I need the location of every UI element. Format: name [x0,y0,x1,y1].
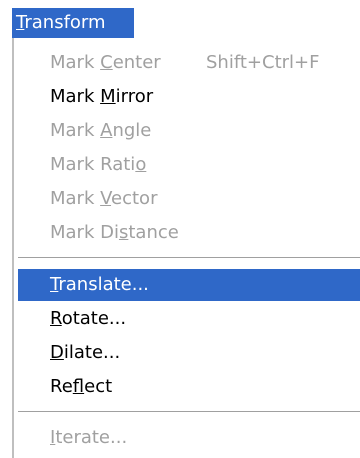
menu-item-label-post: ngle [112,120,152,141]
menu-item-mark-center[interactable]: Mark Center Shift+Ctrl+F [18,47,360,79]
menu-item-mnemonic: s [118,222,129,243]
menu-item-label-pre: Mark [50,86,101,107]
menu-item-label-post: tance [128,222,179,243]
menu-item-mnemonic: M [100,86,116,107]
menu-item-mark-mirror[interactable]: Mark Mirror [18,81,360,113]
menu-item-label-pre: Mark [50,52,101,73]
menu-item-translate[interactable]: Translate... [18,269,360,301]
menu-item-iterate[interactable]: Iterate... [18,422,360,454]
menu-item-mnemonic: C [100,52,113,73]
menu-item-label-post: irror [115,86,154,107]
menu-item-dilate[interactable]: Dilate... [18,337,360,369]
menu-item-label-pre: Mark [50,188,101,209]
menu-item-label-pre: Mark [50,120,101,141]
menu-item-shortcut: Shift+Ctrl+F [206,52,320,73]
transform-menu-panel: Mark Center Shift+Ctrl+F Mark Mirror Mark… [12,38,360,458]
menu-item-reflect[interactable]: Reflect [18,371,360,403]
menu-item-mark-angle[interactable]: Mark Angle [18,115,360,147]
menu-item-label-post: enter [112,52,161,73]
menu-item-label-post: ilate... [63,342,121,363]
menu-item-mnemonic: o [135,154,147,175]
menu-item-mnemonic: R [50,308,62,329]
menu-item-label-post: ector [111,188,158,209]
menu-item-label-pre: Mark Di [50,222,119,243]
menu-item-label-post: lect [84,376,113,397]
menu-separator [18,411,360,413]
menu-item-mark-vector[interactable]: Mark Vector [18,183,360,215]
menu-title-transform[interactable]: Transform [12,8,134,38]
menu-item-label-pre: Re [50,376,73,397]
menu-item-label-post: otate... [61,308,127,329]
menu-item-mnemonic: f [72,376,85,397]
menu-separator [18,257,360,259]
menu-item-label-pre: Mark Rati [50,154,136,175]
menu-item-mnemonic: D [50,342,64,363]
menu-item-mnemonic: V [100,188,112,209]
menu-item-mark-distance[interactable]: Mark Distance [18,217,360,249]
menu-title-post: ransform [24,12,106,33]
menu-item-label-post: ranslate... [58,274,149,295]
menu-item-mark-ratio[interactable]: Mark Ratio [18,149,360,181]
menu-item-mnemonic: A [100,120,113,141]
menu-item-rotate[interactable]: Rotate... [18,303,360,335]
menu-item-label-post: terate... [55,427,128,448]
